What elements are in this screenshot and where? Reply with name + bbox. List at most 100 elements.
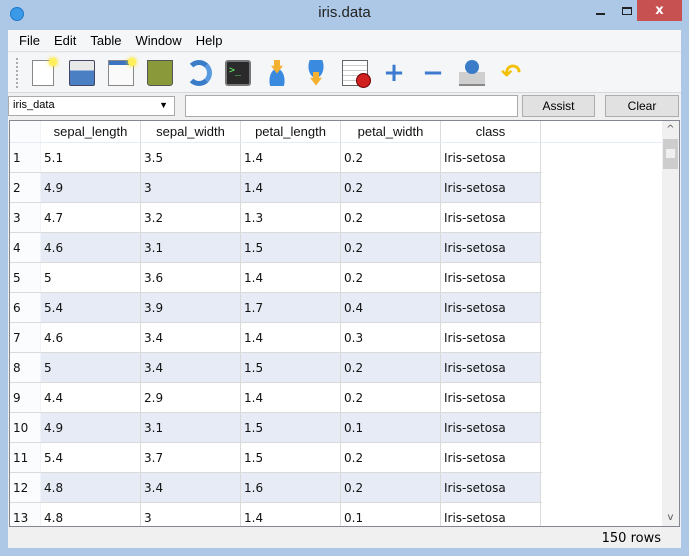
table-row[interactable]: 6 5.4 3.9 1.7 0.4 Iris-setosa bbox=[10, 293, 542, 323]
toolbar-grip[interactable] bbox=[16, 57, 20, 88]
new-window-button[interactable] bbox=[104, 56, 138, 90]
cell-petal-length[interactable]: 1.4 bbox=[241, 503, 341, 526]
cell-class[interactable]: Iris-setosa bbox=[441, 263, 541, 292]
save-button[interactable] bbox=[455, 56, 489, 90]
column-header-petal-width[interactable]: petal_width bbox=[341, 121, 441, 142]
cell-petal-length[interactable]: 1.5 bbox=[241, 443, 341, 472]
cell-class[interactable]: Iris-setosa bbox=[441, 383, 541, 412]
cell-sepal-length[interactable]: 4.9 bbox=[41, 173, 141, 202]
new-table-button[interactable] bbox=[26, 56, 60, 90]
cell-petal-width[interactable]: 0.1 bbox=[341, 413, 441, 442]
assist-button[interactable]: Assist bbox=[522, 95, 595, 117]
column-header-class[interactable]: class bbox=[441, 121, 541, 142]
cell-sepal-length[interactable]: 5 bbox=[41, 263, 141, 292]
table-row[interactable]: 11 5.4 3.7 1.5 0.2 Iris-setosa bbox=[10, 443, 542, 473]
cell-sepal-length[interactable]: 5.1 bbox=[41, 143, 141, 172]
cell-class[interactable]: Iris-setosa bbox=[441, 203, 541, 232]
cell-petal-length[interactable]: 1.6 bbox=[241, 473, 341, 502]
cell-sepal-width[interactable]: 3 bbox=[141, 173, 241, 202]
cell-sepal-length[interactable]: 4.9 bbox=[41, 413, 141, 442]
menu-help[interactable]: Help bbox=[189, 33, 230, 48]
report-button[interactable] bbox=[338, 56, 372, 90]
query-input[interactable] bbox=[185, 95, 518, 117]
cell-sepal-width[interactable]: 3.1 bbox=[141, 233, 241, 262]
cell-petal-width[interactable]: 0.2 bbox=[341, 383, 441, 412]
cell-class[interactable]: Iris-setosa bbox=[441, 503, 541, 526]
cell-sepal-width[interactable]: 3.9 bbox=[141, 293, 241, 322]
cell-class[interactable]: Iris-setosa bbox=[441, 353, 541, 382]
add-row-button[interactable]: + bbox=[377, 56, 411, 90]
cell-petal-width[interactable]: 0.2 bbox=[341, 233, 441, 262]
table-row[interactable]: 10 4.9 3.1 1.5 0.1 Iris-setosa bbox=[10, 413, 542, 443]
cell-petal-length[interactable]: 1.4 bbox=[241, 383, 341, 412]
cell-class[interactable]: Iris-setosa bbox=[441, 173, 541, 202]
cell-sepal-length[interactable]: 5.4 bbox=[41, 293, 141, 322]
table-row[interactable]: 7 4.6 3.4 1.4 0.3 Iris-setosa bbox=[10, 323, 542, 353]
cell-sepal-length[interactable]: 4.6 bbox=[41, 233, 141, 262]
cell-sepal-length[interactable]: 4.7 bbox=[41, 203, 141, 232]
undo-button[interactable]: ↶ bbox=[494, 56, 528, 90]
vertical-scrollbar[interactable]: ^ v bbox=[662, 121, 679, 526]
cell-sepal-width[interactable]: 3.2 bbox=[141, 203, 241, 232]
table-row[interactable]: 8 5 3.4 1.5 0.2 Iris-setosa bbox=[10, 353, 542, 383]
cell-sepal-length[interactable]: 4.8 bbox=[41, 473, 141, 502]
cell-petal-length[interactable]: 1.7 bbox=[241, 293, 341, 322]
cell-sepal-width[interactable]: 2.9 bbox=[141, 383, 241, 412]
table-row[interactable]: 3 4.7 3.2 1.3 0.2 Iris-setosa bbox=[10, 203, 542, 233]
scroll-up-icon[interactable]: ^ bbox=[662, 124, 679, 135]
import-button[interactable] bbox=[260, 56, 294, 90]
close-button[interactable]: x bbox=[637, 0, 682, 21]
cell-sepal-length[interactable]: 5 bbox=[41, 353, 141, 382]
cell-petal-width[interactable]: 0.1 bbox=[341, 503, 441, 526]
cell-petal-width[interactable]: 0.2 bbox=[341, 263, 441, 292]
cell-petal-width[interactable]: 0.2 bbox=[341, 473, 441, 502]
scrollbar-thumb[interactable] bbox=[663, 139, 678, 169]
table-row[interactable]: 12 4.8 3.4 1.6 0.2 Iris-setosa bbox=[10, 473, 542, 503]
cell-sepal-width[interactable]: 3.6 bbox=[141, 263, 241, 292]
menu-edit[interactable]: Edit bbox=[47, 33, 83, 48]
export-button[interactable] bbox=[299, 56, 333, 90]
cell-sepal-length[interactable]: 5.4 bbox=[41, 443, 141, 472]
cell-class[interactable]: Iris-setosa bbox=[441, 473, 541, 502]
cell-class[interactable]: Iris-setosa bbox=[441, 293, 541, 322]
scroll-down-icon[interactable]: v bbox=[662, 512, 679, 523]
cell-petal-length[interactable]: 1.5 bbox=[241, 233, 341, 262]
cell-petal-width[interactable]: 0.2 bbox=[341, 143, 441, 172]
column-header-sepal-length[interactable]: sepal_length bbox=[41, 121, 141, 142]
cell-class[interactable]: Iris-setosa bbox=[441, 143, 541, 172]
cell-petal-width[interactable]: 0.2 bbox=[341, 353, 441, 382]
table-select[interactable]: iris_data ▼ bbox=[8, 96, 175, 116]
cell-sepal-width[interactable]: 3.4 bbox=[141, 473, 241, 502]
cell-class[interactable]: Iris-setosa bbox=[441, 413, 541, 442]
cell-sepal-width[interactable]: 3 bbox=[141, 503, 241, 526]
menu-table[interactable]: Table bbox=[83, 33, 128, 48]
table-row[interactable]: 13 4.8 3 1.4 0.1 Iris-setosa bbox=[10, 503, 542, 526]
menu-file[interactable]: File bbox=[12, 33, 47, 48]
cell-class[interactable]: Iris-setosa bbox=[441, 443, 541, 472]
delete-button[interactable] bbox=[143, 56, 177, 90]
cell-petal-length[interactable]: 1.4 bbox=[241, 173, 341, 202]
cell-petal-width[interactable]: 0.2 bbox=[341, 173, 441, 202]
table-row[interactable]: 1 5.1 3.5 1.4 0.2 Iris-setosa bbox=[10, 143, 542, 173]
cell-sepal-length[interactable]: 4.6 bbox=[41, 323, 141, 352]
cell-class[interactable]: Iris-setosa bbox=[441, 233, 541, 262]
table-row[interactable]: 5 5 3.6 1.4 0.2 Iris-setosa bbox=[10, 263, 542, 293]
terminal-button[interactable]: >_ bbox=[221, 56, 255, 90]
table-row[interactable]: 4 4.6 3.1 1.5 0.2 Iris-setosa bbox=[10, 233, 542, 263]
cell-petal-length[interactable]: 1.5 bbox=[241, 413, 341, 442]
table-row[interactable]: 2 4.9 3 1.4 0.2 Iris-setosa bbox=[10, 173, 542, 203]
remove-row-button[interactable]: − bbox=[416, 56, 450, 90]
menu-window[interactable]: Window bbox=[128, 33, 188, 48]
cell-petal-length[interactable]: 1.4 bbox=[241, 323, 341, 352]
cell-sepal-width[interactable]: 3.1 bbox=[141, 413, 241, 442]
column-header-petal-length[interactable]: petal_length bbox=[241, 121, 341, 142]
cell-petal-width[interactable]: 0.2 bbox=[341, 443, 441, 472]
cell-class[interactable]: Iris-setosa bbox=[441, 323, 541, 352]
minimize-button[interactable] bbox=[586, 0, 614, 21]
refresh-button[interactable] bbox=[182, 56, 216, 90]
cell-petal-width[interactable]: 0.3 bbox=[341, 323, 441, 352]
table-row[interactable]: 9 4.4 2.9 1.4 0.2 Iris-setosa bbox=[10, 383, 542, 413]
cell-petal-width[interactable]: 0.4 bbox=[341, 293, 441, 322]
column-header-sepal-width[interactable]: sepal_width bbox=[141, 121, 241, 142]
cell-petal-length[interactable]: 1.3 bbox=[241, 203, 341, 232]
